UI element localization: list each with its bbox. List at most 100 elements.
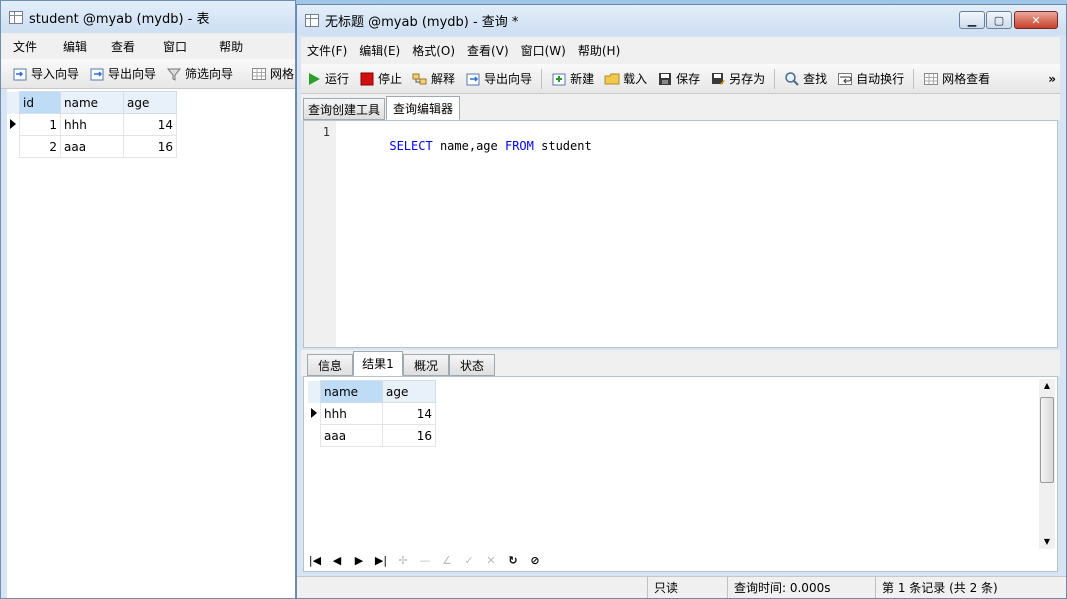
grid-view-button[interactable]: 网格	[246, 63, 295, 85]
export-icon	[465, 71, 481, 87]
table-window-titlebar[interactable]: student @myab (mydb) - 表	[1, 1, 295, 33]
tab-status-label: 状态	[459, 358, 484, 373]
scroll-down-icon[interactable]: ▼	[1039, 535, 1055, 549]
table-window[interactable]: student @myab (mydb) - 表 文件 编辑 查看 窗口 帮助 …	[0, 0, 296, 599]
menu-file[interactable]: 文件	[1, 33, 51, 59]
folder-icon	[604, 71, 620, 87]
column-header-name[interactable]: name	[60, 91, 124, 114]
cell-id[interactable]: 1	[19, 113, 61, 136]
cell-age[interactable]: 14	[382, 402, 436, 425]
explain-icon	[412, 71, 428, 87]
cell-age[interactable]: 16	[123, 135, 177, 158]
filter-wizard-button[interactable]: 筛选向导	[161, 63, 238, 85]
cell-name[interactable]: aaa	[320, 424, 383, 447]
load-button[interactable]: 载入	[599, 68, 652, 90]
column-header-id[interactable]: id	[19, 91, 61, 114]
last-record-icon[interactable]: ▶|	[374, 554, 388, 567]
column-header-name[interactable]: name	[320, 380, 383, 403]
word-wrap-button[interactable]: 自动换行	[832, 68, 909, 90]
tab-query-builder[interactable]: 查询创建工具	[303, 98, 385, 120]
word-wrap-label: 自动换行	[856, 72, 905, 86]
tab-status[interactable]: 状态	[449, 354, 495, 376]
query-window-titlebar[interactable]: 无标题 @myab (mydb) - 查询 * ▁ ▢ ✕	[297, 5, 1066, 35]
cell-age[interactable]: 14	[123, 113, 177, 136]
scrollbar-thumb[interactable]	[1040, 397, 1054, 483]
refresh-icon[interactable]: ↻	[506, 554, 520, 567]
import-wizard-button[interactable]: 导入向导	[7, 63, 84, 85]
column-header-age[interactable]: age	[123, 91, 177, 114]
line-number: 1	[322, 125, 330, 139]
edit-record-icon: ∠	[442, 553, 452, 567]
explain-label: 解释	[431, 72, 456, 86]
close-button[interactable]: ✕	[1014, 11, 1058, 29]
menu-window[interactable]: 窗口	[147, 33, 203, 59]
record-navigator: |◀ ◀ ▶ ▶| ✢ — ∠ ✓ ✕ ↻ ⊘	[308, 551, 542, 569]
query-window[interactable]: 无标题 @myab (mydb) - 查询 * ▁ ▢ ✕ 文件(F) 编辑(E…	[296, 4, 1067, 599]
minimize-button[interactable]: ▁	[959, 11, 985, 29]
menu-help[interactable]: 帮助(H)	[572, 37, 626, 64]
prev-record-icon[interactable]: ◀	[330, 554, 344, 567]
tab-query-editor-label: 查询编辑器	[392, 101, 453, 116]
cell-id[interactable]: 2	[19, 135, 61, 158]
menu-edit[interactable]: 编辑	[51, 33, 99, 59]
grid-view-button[interactable]: 网格查看	[918, 68, 995, 90]
vertical-scrollbar[interactable]: ▲ ▼	[1039, 379, 1055, 549]
find-button[interactable]: 查找	[779, 68, 832, 90]
scroll-up-icon[interactable]: ▲	[1039, 379, 1055, 393]
table-row[interactable]: aaa 16	[308, 424, 436, 447]
table-row[interactable]: hhh 14	[308, 402, 436, 425]
toolbar-separator	[913, 68, 915, 89]
table-row[interactable]: 2 aaa 16	[7, 135, 177, 158]
menu-view[interactable]: 查看	[99, 33, 147, 59]
sql-editor[interactable]: 1 SELECT name,age FROM student	[303, 120, 1058, 348]
menu-file[interactable]: 文件(F)	[301, 37, 353, 64]
data-grid[interactable]: id name age 1 hhh 14 2 aaa 16	[7, 91, 177, 158]
export-wizard-button[interactable]: 导出向导	[84, 63, 161, 85]
export-wizard-button[interactable]: 导出向导	[460, 68, 537, 90]
cell-name[interactable]: aaa	[60, 135, 124, 158]
delete-record-icon: —	[419, 553, 431, 567]
grid-view-label: 网格	[270, 67, 295, 81]
query-menubar: 文件(F) 编辑(E) 格式(O) 查看(V) 窗口(W) 帮助(H)	[301, 37, 1060, 64]
cell-age[interactable]: 16	[382, 424, 436, 447]
apply-changes-icon: ✓	[464, 553, 474, 567]
results-panel[interactable]: name age hhh 14 aaa 16 ▲ ▼ |◀ ◀ ▶ ▶| ✢ —…	[303, 376, 1058, 572]
stop-button[interactable]: 停止	[354, 68, 407, 90]
save-as-label: 另存为	[729, 72, 766, 86]
stop-load-icon[interactable]: ⊘	[528, 554, 542, 567]
tab-query-editor[interactable]: 查询编辑器	[386, 96, 460, 120]
run-button[interactable]: 运行	[301, 68, 354, 90]
tab-info-label: 信息	[317, 358, 342, 373]
tab-result-1-label: 结果1	[362, 357, 394, 371]
first-record-icon[interactable]: |◀	[308, 554, 322, 567]
query-window-title: 无标题 @myab (mydb) - 查询 *	[325, 14, 519, 30]
save-button[interactable]: 保存	[652, 68, 705, 90]
menu-window[interactable]: 窗口(W)	[515, 37, 572, 64]
export-wizard-label: 导出向导	[484, 72, 533, 86]
table-data-area[interactable]: id name age 1 hhh 14 2 aaa 16	[7, 89, 295, 598]
table-row[interactable]: 1 hhh 14	[7, 113, 177, 136]
status-query-time: 查询时间: 0.000s	[727, 577, 875, 598]
next-record-icon[interactable]: ▶	[352, 554, 366, 567]
tab-overview[interactable]: 概况	[403, 354, 449, 376]
status-spacer	[297, 577, 647, 598]
stop-label: 停止	[378, 72, 403, 86]
tab-info[interactable]: 信息	[307, 354, 353, 376]
explain-button[interactable]: 解释	[407, 68, 460, 90]
new-query-button[interactable]: 新建	[546, 68, 599, 90]
menu-edit[interactable]: 编辑(E)	[353, 37, 406, 64]
maximize-button[interactable]: ▢	[986, 11, 1012, 29]
status-bar: 只读 查询时间: 0.000s 第 1 条记录 (共 2 条)	[297, 576, 1066, 598]
menu-view[interactable]: 查看(V)	[461, 37, 515, 64]
menu-format[interactable]: 格式(O)	[406, 37, 461, 64]
sql-code-line[interactable]: SELECT name,age FROM student	[346, 125, 591, 167]
toolbar-overflow-button[interactable]: »	[1048, 72, 1056, 86]
menu-help[interactable]: 帮助	[203, 33, 259, 59]
grid-icon	[251, 66, 267, 82]
save-as-button[interactable]: 另存为	[705, 68, 770, 90]
result-grid[interactable]: name age hhh 14 aaa 16	[308, 380, 436, 447]
tab-result-1[interactable]: 结果1	[353, 351, 403, 376]
cell-name[interactable]: hhh	[60, 113, 124, 136]
cell-name[interactable]: hhh	[320, 402, 383, 425]
column-header-age[interactable]: age	[382, 380, 436, 403]
